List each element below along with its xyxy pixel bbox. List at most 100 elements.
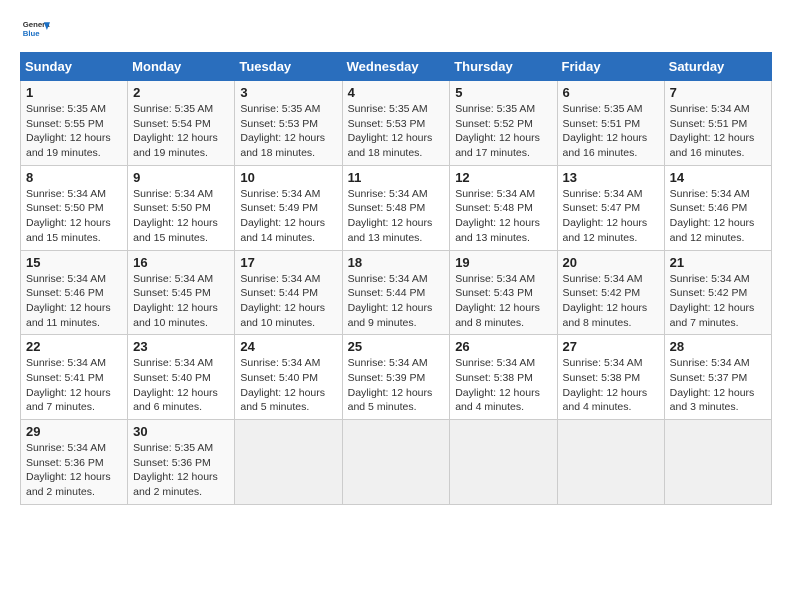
calendar-cell [664,420,771,505]
calendar-cell: 26 Sunrise: 5:34 AM Sunset: 5:38 PM Dayl… [450,335,557,420]
day-number: 7 [670,85,766,100]
day-number: 23 [133,339,229,354]
day-info: Sunrise: 5:34 AM Sunset: 5:36 PM Dayligh… [26,441,122,500]
day-info: Sunrise: 5:34 AM Sunset: 5:39 PM Dayligh… [348,356,445,415]
calendar-cell: 27 Sunrise: 5:34 AM Sunset: 5:38 PM Dayl… [557,335,664,420]
calendar-week-1: 1 Sunrise: 5:35 AM Sunset: 5:55 PM Dayli… [21,81,772,166]
day-info: Sunrise: 5:34 AM Sunset: 5:47 PM Dayligh… [563,187,659,246]
header-wednesday: Wednesday [342,53,450,81]
calendar-week-2: 8 Sunrise: 5:34 AM Sunset: 5:50 PM Dayli… [21,165,772,250]
day-info: Sunrise: 5:34 AM Sunset: 5:40 PM Dayligh… [240,356,336,415]
calendar-cell: 17 Sunrise: 5:34 AM Sunset: 5:44 PM Dayl… [235,250,342,335]
day-info: Sunrise: 5:35 AM Sunset: 5:51 PM Dayligh… [563,102,659,161]
day-info: Sunrise: 5:34 AM Sunset: 5:42 PM Dayligh… [670,272,766,331]
day-number: 18 [348,255,445,270]
calendar-cell [450,420,557,505]
header-saturday: Saturday [664,53,771,81]
day-number: 24 [240,339,336,354]
day-number: 1 [26,85,122,100]
day-info: Sunrise: 5:34 AM Sunset: 5:50 PM Dayligh… [133,187,229,246]
day-number: 12 [455,170,551,185]
day-number: 8 [26,170,122,185]
calendar-cell [557,420,664,505]
logo: General Blue [20,16,50,44]
day-number: 14 [670,170,766,185]
day-number: 15 [26,255,122,270]
calendar-cell: 15 Sunrise: 5:34 AM Sunset: 5:46 PM Dayl… [21,250,128,335]
day-info: Sunrise: 5:35 AM Sunset: 5:53 PM Dayligh… [240,102,336,161]
day-info: Sunrise: 5:34 AM Sunset: 5:48 PM Dayligh… [455,187,551,246]
header-sunday: Sunday [21,53,128,81]
day-info: Sunrise: 5:35 AM Sunset: 5:55 PM Dayligh… [26,102,122,161]
calendar-cell: 19 Sunrise: 5:34 AM Sunset: 5:43 PM Dayl… [450,250,557,335]
day-info: Sunrise: 5:34 AM Sunset: 5:38 PM Dayligh… [455,356,551,415]
day-info: Sunrise: 5:34 AM Sunset: 5:46 PM Dayligh… [26,272,122,331]
day-info: Sunrise: 5:35 AM Sunset: 5:52 PM Dayligh… [455,102,551,161]
day-number: 13 [563,170,659,185]
calendar-cell: 25 Sunrise: 5:34 AM Sunset: 5:39 PM Dayl… [342,335,450,420]
day-number: 28 [670,339,766,354]
calendar-cell: 24 Sunrise: 5:34 AM Sunset: 5:40 PM Dayl… [235,335,342,420]
day-number: 19 [455,255,551,270]
day-number: 3 [240,85,336,100]
calendar-cell: 10 Sunrise: 5:34 AM Sunset: 5:49 PM Dayl… [235,165,342,250]
calendar-cell [235,420,342,505]
header-tuesday: Tuesday [235,53,342,81]
calendar-cell: 21 Sunrise: 5:34 AM Sunset: 5:42 PM Dayl… [664,250,771,335]
day-number: 21 [670,255,766,270]
calendar-cell: 29 Sunrise: 5:34 AM Sunset: 5:36 PM Dayl… [21,420,128,505]
day-number: 30 [133,424,229,439]
day-info: Sunrise: 5:34 AM Sunset: 5:49 PM Dayligh… [240,187,336,246]
calendar-cell: 6 Sunrise: 5:35 AM Sunset: 5:51 PM Dayli… [557,81,664,166]
calendar-cell: 3 Sunrise: 5:35 AM Sunset: 5:53 PM Dayli… [235,81,342,166]
day-info: Sunrise: 5:34 AM Sunset: 5:41 PM Dayligh… [26,356,122,415]
calendar-cell: 14 Sunrise: 5:34 AM Sunset: 5:46 PM Dayl… [664,165,771,250]
logo-icon: General Blue [22,16,50,44]
day-info: Sunrise: 5:34 AM Sunset: 5:42 PM Dayligh… [563,272,659,331]
day-number: 17 [240,255,336,270]
calendar-header-row: SundayMondayTuesdayWednesdayThursdayFrid… [21,53,772,81]
calendar-cell: 2 Sunrise: 5:35 AM Sunset: 5:54 PM Dayli… [128,81,235,166]
calendar-cell: 12 Sunrise: 5:34 AM Sunset: 5:48 PM Dayl… [450,165,557,250]
calendar-cell: 8 Sunrise: 5:34 AM Sunset: 5:50 PM Dayli… [21,165,128,250]
calendar-cell: 18 Sunrise: 5:34 AM Sunset: 5:44 PM Dayl… [342,250,450,335]
day-info: Sunrise: 5:34 AM Sunset: 5:44 PM Dayligh… [240,272,336,331]
calendar-cell: 13 Sunrise: 5:34 AM Sunset: 5:47 PM Dayl… [557,165,664,250]
day-number: 22 [26,339,122,354]
day-number: 9 [133,170,229,185]
calendar-cell: 1 Sunrise: 5:35 AM Sunset: 5:55 PM Dayli… [21,81,128,166]
calendar-cell: 16 Sunrise: 5:34 AM Sunset: 5:45 PM Dayl… [128,250,235,335]
day-number: 29 [26,424,122,439]
day-info: Sunrise: 5:34 AM Sunset: 5:44 PM Dayligh… [348,272,445,331]
calendar-cell: 4 Sunrise: 5:35 AM Sunset: 5:53 PM Dayli… [342,81,450,166]
header-thursday: Thursday [450,53,557,81]
calendar-cell: 7 Sunrise: 5:34 AM Sunset: 5:51 PM Dayli… [664,81,771,166]
day-info: Sunrise: 5:34 AM Sunset: 5:37 PM Dayligh… [670,356,766,415]
day-info: Sunrise: 5:34 AM Sunset: 5:38 PM Dayligh… [563,356,659,415]
day-info: Sunrise: 5:35 AM Sunset: 5:53 PM Dayligh… [348,102,445,161]
day-number: 2 [133,85,229,100]
day-number: 26 [455,339,551,354]
calendar: SundayMondayTuesdayWednesdayThursdayFrid… [20,52,772,505]
day-info: Sunrise: 5:34 AM Sunset: 5:48 PM Dayligh… [348,187,445,246]
day-number: 4 [348,85,445,100]
day-number: 27 [563,339,659,354]
calendar-cell: 28 Sunrise: 5:34 AM Sunset: 5:37 PM Dayl… [664,335,771,420]
day-info: Sunrise: 5:34 AM Sunset: 5:50 PM Dayligh… [26,187,122,246]
day-info: Sunrise: 5:35 AM Sunset: 5:54 PM Dayligh… [133,102,229,161]
day-number: 10 [240,170,336,185]
calendar-cell: 30 Sunrise: 5:35 AM Sunset: 5:36 PM Dayl… [128,420,235,505]
day-number: 20 [563,255,659,270]
calendar-cell: 20 Sunrise: 5:34 AM Sunset: 5:42 PM Dayl… [557,250,664,335]
calendar-cell: 5 Sunrise: 5:35 AM Sunset: 5:52 PM Dayli… [450,81,557,166]
calendar-week-4: 22 Sunrise: 5:34 AM Sunset: 5:41 PM Dayl… [21,335,772,420]
day-number: 11 [348,170,445,185]
calendar-cell: 9 Sunrise: 5:34 AM Sunset: 5:50 PM Dayli… [128,165,235,250]
calendar-week-5: 29 Sunrise: 5:34 AM Sunset: 5:36 PM Dayl… [21,420,772,505]
header-monday: Monday [128,53,235,81]
calendar-cell: 23 Sunrise: 5:34 AM Sunset: 5:40 PM Dayl… [128,335,235,420]
day-number: 25 [348,339,445,354]
calendar-week-3: 15 Sunrise: 5:34 AM Sunset: 5:46 PM Dayl… [21,250,772,335]
day-info: Sunrise: 5:34 AM Sunset: 5:45 PM Dayligh… [133,272,229,331]
day-info: Sunrise: 5:34 AM Sunset: 5:46 PM Dayligh… [670,187,766,246]
